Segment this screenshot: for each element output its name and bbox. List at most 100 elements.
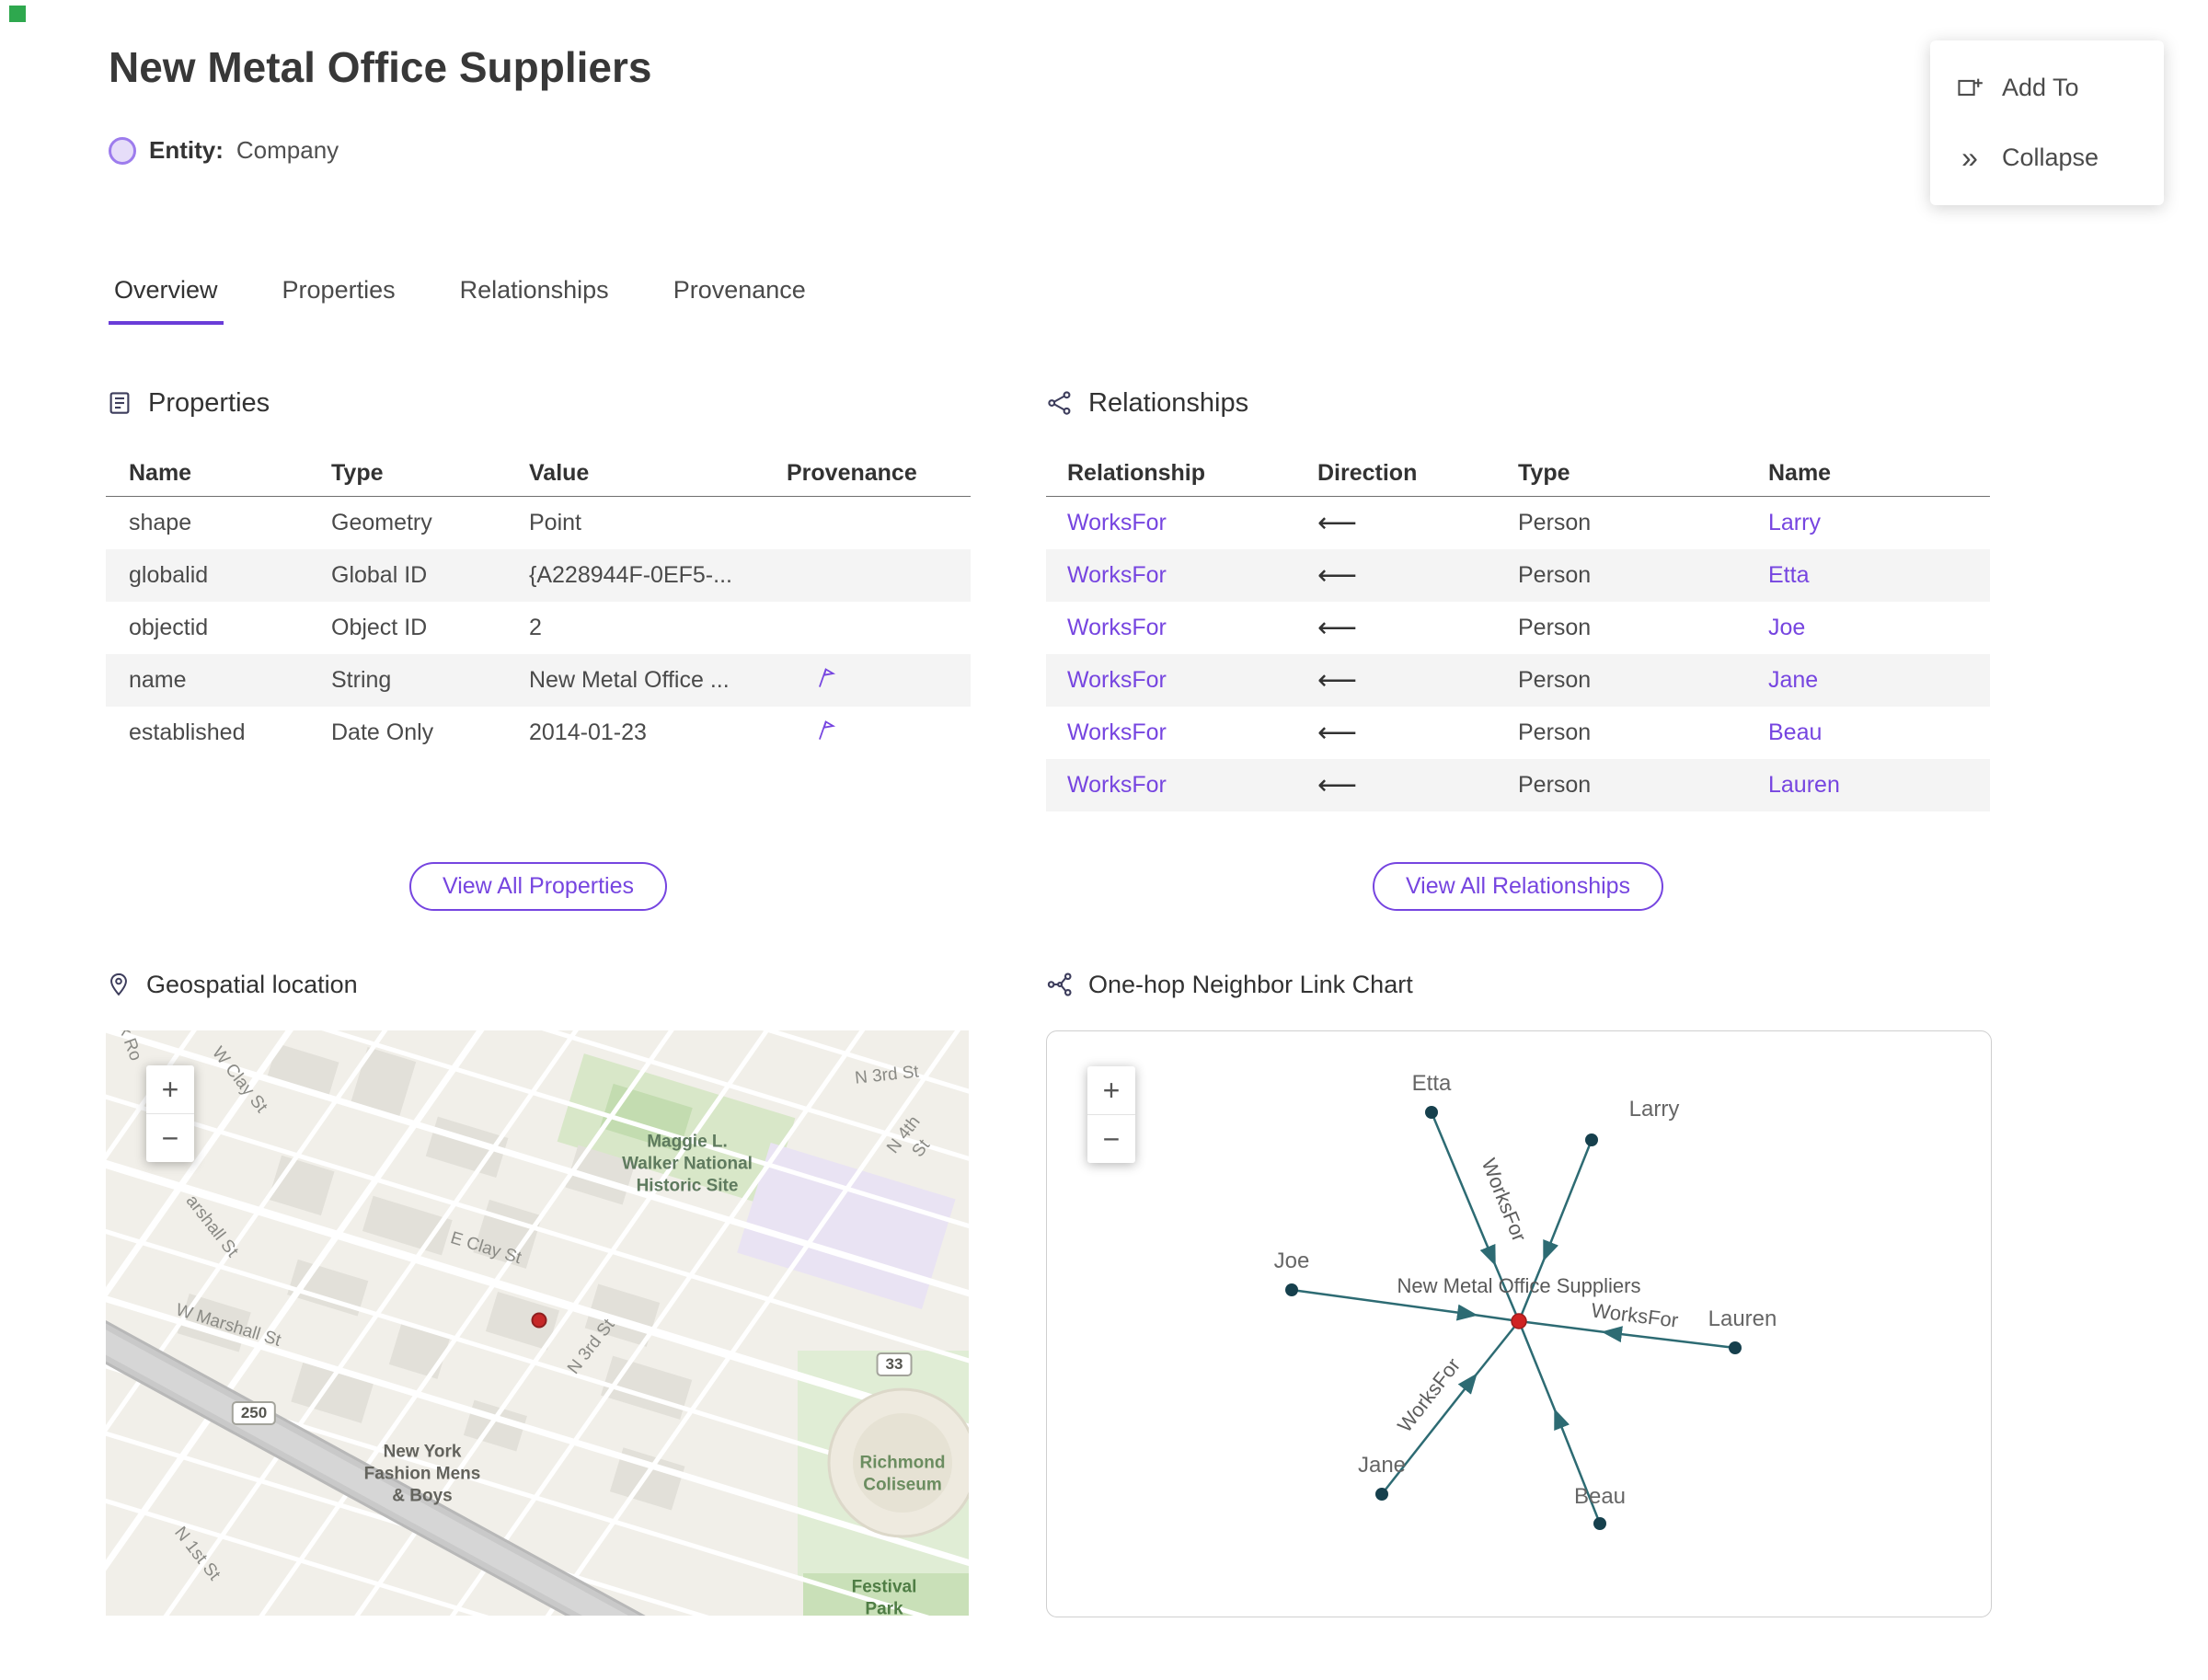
collapse-label: Collapse [2002, 143, 2099, 171]
direction-arrow: ⟵ [1317, 718, 1358, 748]
relationship-link[interactable]: WorksFor [1067, 615, 1317, 641]
tab-bar: Overview Properties Relationships Proven… [109, 276, 811, 325]
node-label: Jane [1357, 1453, 1407, 1478]
zoom-in-button[interactable]: + [1087, 1066, 1135, 1114]
provenance-flag-icon[interactable] [812, 718, 971, 749]
col-name: Name [129, 459, 192, 486]
link-chart-header: One-hop Neighbor Link Chart [1046, 966, 1413, 1003]
entity-link[interactable]: Beau [1768, 719, 1990, 746]
route-shield: 33 [876, 1352, 913, 1376]
map-label: Maggie L. Walker National Historic Site [622, 1132, 753, 1195]
map[interactable]: k Ro W Clay St N 3rd St N 4th St Maggie … [106, 1030, 969, 1616]
entity-link[interactable]: Larry [1768, 510, 1990, 536]
node-lauren [1729, 1341, 1742, 1354]
node-etta [1425, 1106, 1438, 1119]
edge-label: WorksFor [1393, 1353, 1465, 1436]
relationships-header: Relationships [1046, 382, 1990, 424]
col-relationship: Relationship [1067, 459, 1206, 486]
map-label: New York Fashion Mens & Boys [363, 1442, 481, 1505]
properties-header: Properties [106, 382, 971, 424]
direction-arrow: ⟵ [1317, 508, 1358, 538]
relationship-link[interactable]: WorksFor [1067, 772, 1317, 799]
table-row: WorksFor ⟵ Person Jane [1046, 654, 1990, 707]
relationship-link[interactable]: WorksFor [1067, 667, 1317, 694]
center-node [1511, 1313, 1527, 1329]
link-chart[interactable]: WorksFor WorksFor WorksFor Etta Larry Jo… [1046, 1030, 1992, 1617]
entity-type-icon [109, 136, 136, 165]
corner-badge [9, 6, 26, 22]
page-title: New Metal Office Suppliers [109, 43, 652, 91]
node-label: Etta [1411, 1071, 1452, 1096]
geospatial-header: Geospatial location [106, 966, 358, 1003]
table-row: WorksFor ⟵ Person Joe [1046, 602, 1990, 654]
table-row: name String New Metal Office ... [106, 654, 971, 707]
add-to-label: Add To [2002, 74, 2079, 101]
entity-label: Entity: [149, 136, 224, 164]
table-row: globalid Global ID {A228944F-0EF5-... [106, 549, 971, 602]
map-label: Festival Park [851, 1577, 917, 1616]
entity-link[interactable]: Jane [1768, 667, 1990, 694]
col-direction: Direction [1317, 459, 1418, 486]
link-chart-icon [1047, 972, 1072, 996]
col-name: Name [1768, 459, 1832, 486]
map-location-marker [531, 1312, 547, 1329]
provenance-flag-icon[interactable] [812, 665, 971, 696]
properties-panel: Properties Name Type Value Provenance sh… [106, 382, 971, 934]
geospatial-title: Geospatial location [146, 970, 358, 998]
col-type: Type [331, 459, 384, 486]
zoom-out-button[interactable]: − [146, 1113, 194, 1162]
edge-label: WorksFor [1478, 1155, 1532, 1244]
table-row: objectid Object ID 2 [129, 615, 542, 640]
node-jane [1375, 1488, 1388, 1501]
chart-zoom-controls: + − [1087, 1066, 1135, 1163]
center-node-label: New Metal Office Suppliers [1397, 1274, 1641, 1297]
relationships-table: Relationship Direction Type Name WorksFo… [1046, 450, 1990, 811]
col-provenance: Provenance [787, 459, 917, 486]
link-chart-title: One-hop Neighbor Link Chart [1088, 970, 1413, 998]
collapse-button[interactable]: » Collapse [1930, 122, 2164, 192]
entity-type-value: Company [236, 136, 339, 164]
properties-table: Name Type Value Provenance shape Geometr… [106, 450, 971, 759]
properties-table-header: Name Type Value Provenance [106, 450, 971, 497]
entity-link[interactable]: Etta [1768, 562, 1990, 589]
tab-relationships[interactable]: Relationships [454, 276, 615, 325]
entity-detail-page: New Metal Office Suppliers Entity: Compa… [0, 0, 2208, 1680]
relationships-table-header: Relationship Direction Type Name [1046, 450, 1990, 497]
node-label: Joe [1273, 1248, 1310, 1273]
relationship-link[interactable]: WorksFor [1067, 510, 1317, 536]
relationships-icon [1048, 391, 1071, 415]
tab-provenance[interactable]: Provenance [668, 276, 811, 325]
table-row: WorksFor ⟵ Person Etta [1046, 549, 1990, 602]
node-label: Beau [1573, 1484, 1627, 1509]
edge-label: WorksFor [1590, 1298, 1679, 1331]
table-row: WorksFor ⟵ Person Beau [1046, 707, 1990, 759]
node-label: Larry [1628, 1097, 1680, 1122]
action-menu: Add To » Collapse [1930, 40, 2164, 205]
table-row: established Date Only 2014-01-23 [106, 707, 971, 759]
entity-subtitle: Entity: Company [109, 136, 339, 165]
link-chart-canvas: WorksFor WorksFor WorksFor [1285, 1106, 1742, 1530]
add-to-button[interactable]: Add To [1930, 53, 2164, 122]
direction-arrow: ⟵ [1317, 560, 1358, 591]
tab-properties[interactable]: Properties [277, 276, 401, 325]
direction-arrow: ⟵ [1317, 770, 1358, 800]
col-value: Value [529, 459, 590, 486]
entity-link[interactable]: Lauren [1768, 772, 1990, 799]
tab-overview[interactable]: Overview [109, 276, 224, 325]
collapse-icon: » [1961, 141, 1978, 174]
relationship-link[interactable]: WorksFor [1067, 562, 1317, 589]
table-row: WorksFor ⟵ Person Lauren [1046, 759, 1990, 811]
map-pin-icon [110, 972, 127, 996]
table-row: WorksFor ⟵ Person Larry [1046, 497, 1990, 549]
zoom-out-button[interactable]: − [1087, 1114, 1135, 1163]
properties-title: Properties [148, 387, 270, 418]
view-all-relationships-button[interactable]: View All Relationships [1372, 862, 1664, 911]
relationships-title: Relationships [1088, 387, 1249, 418]
zoom-in-button[interactable]: + [146, 1065, 194, 1113]
direction-arrow: ⟵ [1317, 665, 1358, 696]
table-row: shape Geometry Point [129, 510, 581, 535]
view-all-properties-button[interactable]: View All Properties [409, 862, 667, 911]
relationship-link[interactable]: WorksFor [1067, 719, 1317, 746]
entity-link[interactable]: Joe [1768, 615, 1990, 641]
direction-arrow: ⟵ [1317, 613, 1358, 643]
